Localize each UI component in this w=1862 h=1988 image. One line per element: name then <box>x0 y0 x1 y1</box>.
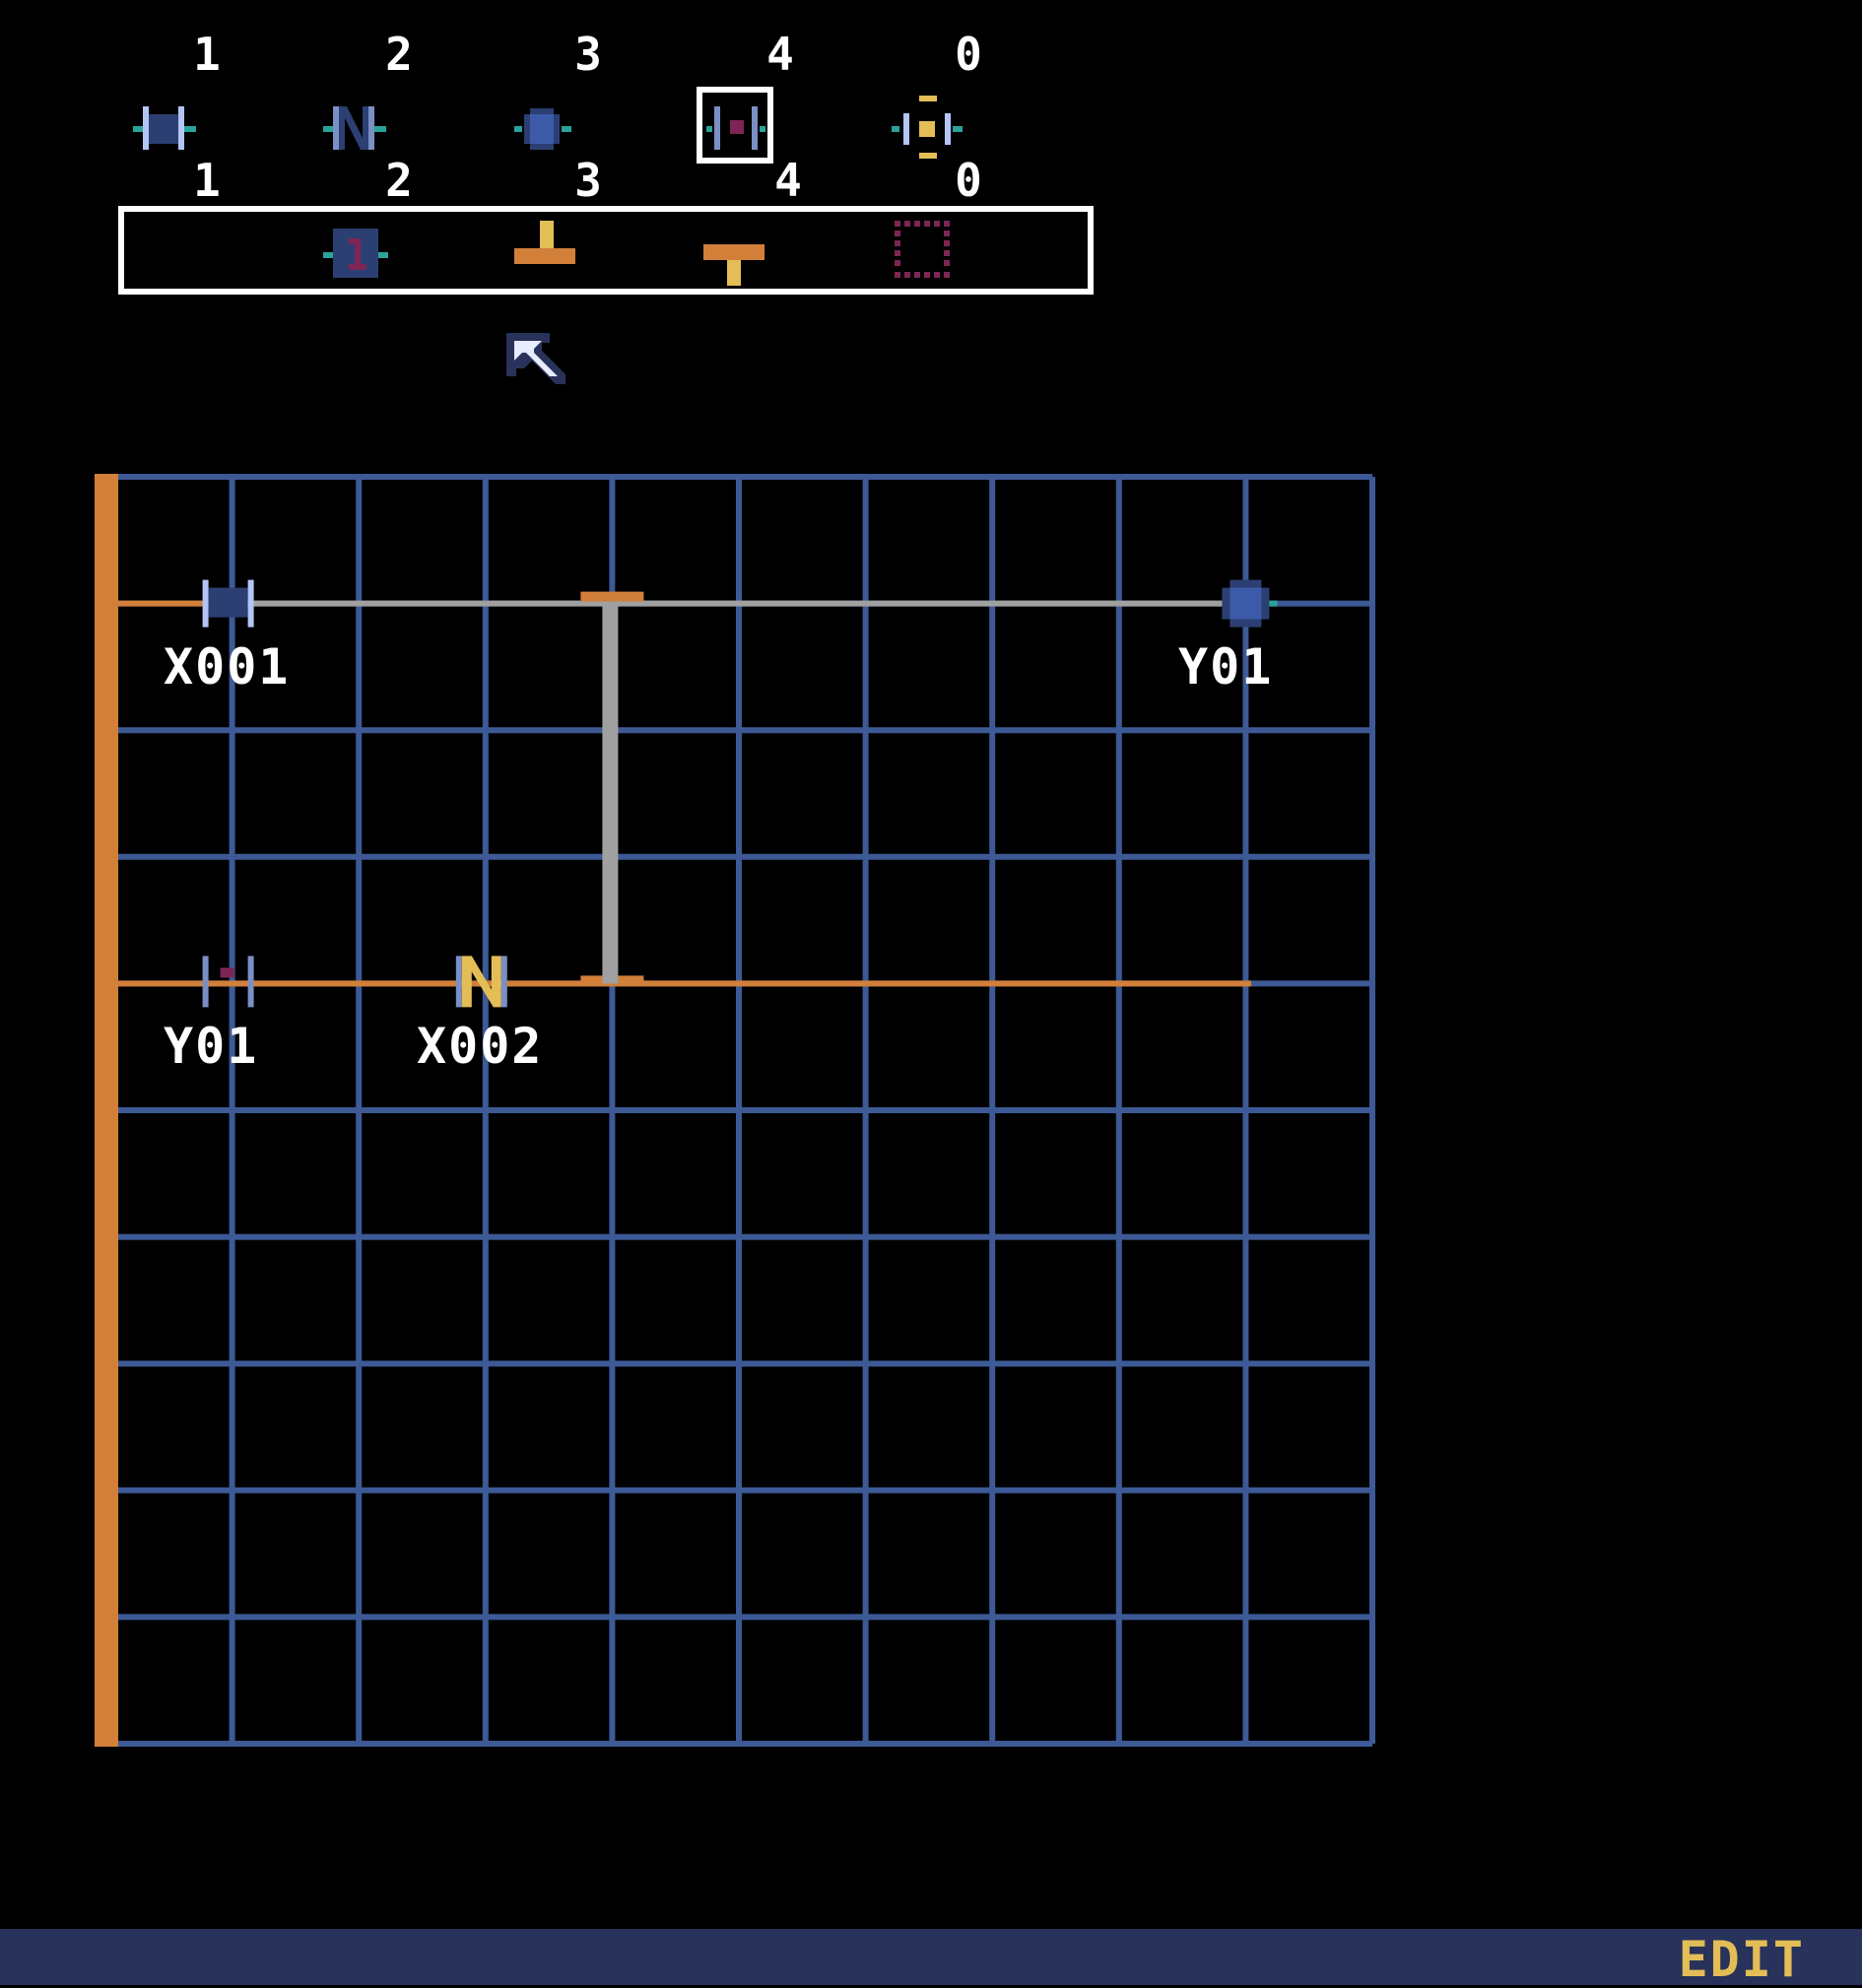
element-label-y01-contact: Y01 <box>164 1018 259 1075</box>
element-label-x002: X002 <box>417 1018 544 1075</box>
coil-icon <box>1222 579 1278 628</box>
rung-1-wire <box>246 600 1231 607</box>
rung-2-wire <box>118 980 1251 987</box>
branch-top-cap <box>580 591 644 602</box>
ladder-grid[interactable] <box>0 0 1862 1921</box>
element-label-y01-coil: Y01 <box>1178 638 1274 696</box>
left-power-rail <box>95 474 118 1747</box>
element-label-x001: X001 <box>164 638 291 696</box>
mode-indicator: EDIT <box>1678 1931 1805 1988</box>
status-bar: EDIT <box>0 1929 1862 1985</box>
no-contact-icon <box>202 579 254 628</box>
nc-contact-icon <box>455 956 507 1008</box>
branch-vertical-wire <box>602 601 619 984</box>
rung-1-wire-in <box>118 600 217 607</box>
